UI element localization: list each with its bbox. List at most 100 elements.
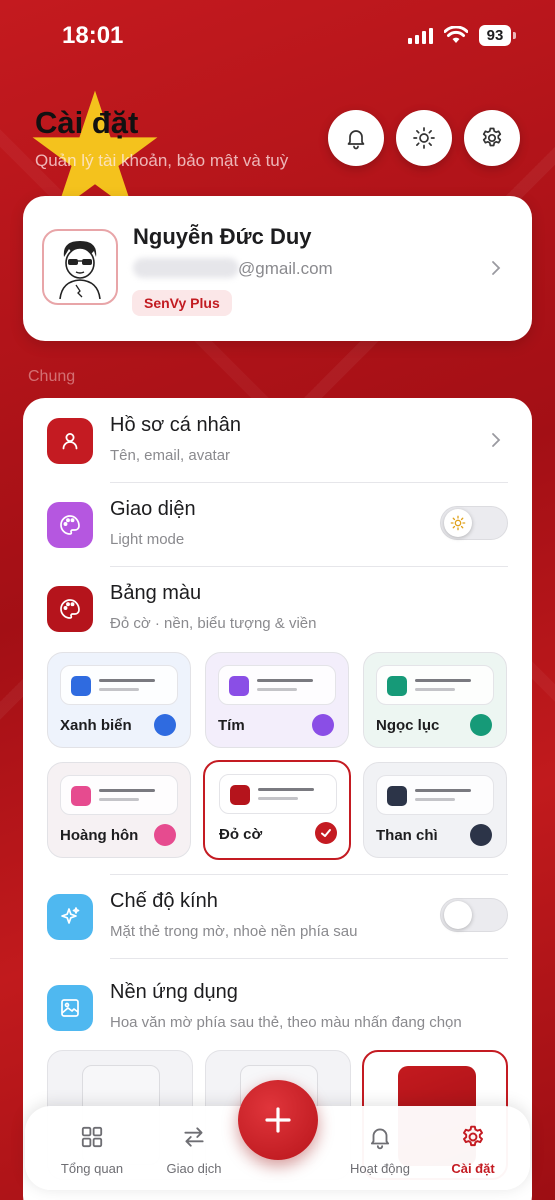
row-subtitle: Light mode <box>110 531 185 548</box>
status-time: 18:01 <box>62 22 124 49</box>
row-title: Nền ứng dụng <box>110 981 238 1003</box>
row-glass-mode[interactable]: Chế độ kính Mặt thẻ trong mờ, nhoè nền p… <box>23 874 532 956</box>
swatch-dot <box>470 714 492 736</box>
swatch-name: Ngọc lục <box>376 717 440 734</box>
gear-icon <box>463 1125 483 1147</box>
palette-swatch-flag-red[interactable]: Đỏ cờ <box>203 760 351 860</box>
check-icon <box>315 822 337 844</box>
swatch-line <box>99 789 155 792</box>
tab-activity[interactable]: Hoạt động <box>335 1124 425 1184</box>
swatch-chip <box>230 785 250 805</box>
swatch-preview <box>376 775 494 815</box>
row-subtitle: Hoa văn mờ phía sau thẻ, theo màu nhấn đ… <box>110 1014 462 1031</box>
swatch-line <box>415 798 455 801</box>
tab-transactions[interactable]: Giao dịch <box>149 1124 239 1184</box>
tab-label: Cài đặt <box>451 1161 495 1176</box>
settings-button[interactable] <box>464 110 520 166</box>
wifi-icon <box>444 26 468 43</box>
row-icon-bg <box>47 418 93 464</box>
toggle-knob <box>444 509 472 537</box>
row-color-palette: Bảng màu Đỏ cờ · nền, biểu tượng & viền <box>23 566 532 648</box>
swatch-line <box>415 679 471 682</box>
tab-label: Giao dịch <box>166 1161 222 1176</box>
row-personal-profile[interactable]: Hồ sơ cá nhân Tên, email, avatar <box>23 398 532 480</box>
row-title: Bảng màu <box>110 582 202 604</box>
row-app-background: Nền ứng dụng Hoa văn mờ phía sau thẻ, th… <box>23 965 532 1047</box>
tab-label: Tổng quan <box>60 1161 124 1176</box>
swatch-chip <box>71 676 91 696</box>
swatch-dot <box>470 824 492 846</box>
status-bar: 18:01 93 <box>0 0 555 70</box>
palette-swatch-graphite[interactable]: Than chì <box>363 762 507 858</box>
swatch-line <box>415 789 471 792</box>
palette-swatch-purple[interactable]: Tím <box>205 652 349 748</box>
swatch-name: Than chì <box>376 827 438 844</box>
chevron-right-icon <box>492 433 501 447</box>
swatch-preview <box>218 665 336 705</box>
page-title: Cài đặt <box>35 105 139 140</box>
add-transaction-button[interactable] <box>238 1080 318 1160</box>
notifications-button[interactable] <box>328 110 384 166</box>
swatch-preview <box>219 774 337 814</box>
bell-icon <box>347 130 365 150</box>
tab-overview[interactable]: Tổng quan <box>47 1124 137 1184</box>
sun-icon <box>413 127 435 149</box>
row-title: Hồ sơ cá nhân <box>110 414 241 436</box>
swatch-line <box>257 688 297 691</box>
chevron-right-icon <box>492 261 501 275</box>
swatch-chip <box>387 676 407 696</box>
swatch-name: Xanh biển <box>60 717 132 734</box>
palette-swatch-sunset[interactable]: Hoàng hôn <box>47 762 191 858</box>
row-title: Chế độ kính <box>110 890 218 912</box>
avatar-illustration <box>59 241 101 299</box>
image-icon <box>61 999 79 1017</box>
battery-indicator: 93 <box>479 25 516 46</box>
palette-swatch-emerald[interactable]: Ngọc lục <box>363 652 507 748</box>
plan-badge: SenVy Plus <box>132 290 232 316</box>
swatch-line <box>258 797 298 800</box>
swatch-dot <box>154 824 176 846</box>
page-header: Cài đặt Quản lý tài khoản, bảo mật và tu… <box>0 95 555 185</box>
profile-card[interactable]: Nguyễn Đức Duy @gmail.com SenVy Plus <box>23 196 532 341</box>
row-icon-bg <box>47 985 93 1031</box>
swatch-name: Đỏ cờ <box>219 826 263 843</box>
theme-toggle[interactable] <box>440 506 508 540</box>
swap-icon <box>184 1127 204 1147</box>
row-icon-bg <box>47 586 93 632</box>
row-subtitle: Tên, email, avatar <box>110 447 231 464</box>
tab-settings[interactable]: Cài đặt <box>428 1124 518 1184</box>
divider <box>110 958 508 959</box>
avatar <box>42 229 118 305</box>
toggle-knob <box>444 901 472 929</box>
swatch-preview <box>60 775 178 815</box>
swatch-line <box>258 788 314 791</box>
swatch-dot <box>312 714 334 736</box>
sparkle-icon <box>61 907 80 924</box>
row-appearance[interactable]: Giao diện Light mode <box>23 482 532 564</box>
swatch-chip <box>71 786 91 806</box>
swatch-preview <box>60 665 178 705</box>
swatch-name: Tím <box>218 717 245 734</box>
row-subtitle: Đỏ cờ · nền, biểu tượng & viền <box>110 615 317 632</box>
sun-icon <box>450 515 466 531</box>
page-subtitle: Quản lý tài khoản, bảo mật và tuỳ <box>35 151 289 170</box>
user-icon <box>62 433 78 450</box>
plus-icon <box>265 1107 291 1133</box>
swatch-dot <box>154 714 176 736</box>
swatch-chip <box>229 676 249 696</box>
palette-icon <box>60 599 80 619</box>
swatch-chip <box>387 786 407 806</box>
email-redacted <box>133 258 239 278</box>
profile-email: @gmail.com <box>238 259 333 278</box>
profile-name: Nguyễn Đức Duy <box>133 224 312 249</box>
palette-swatch-blue[interactable]: Xanh biển <box>47 652 191 748</box>
section-label: Chung <box>28 368 76 385</box>
glass-mode-toggle[interactable] <box>440 898 508 932</box>
tab-label: Hoạt động <box>350 1161 410 1176</box>
swatch-line <box>257 679 313 682</box>
palette-icon <box>60 515 80 535</box>
bell-icon <box>370 1128 390 1150</box>
gear-icon <box>482 127 502 147</box>
signal-icon <box>408 28 433 44</box>
theme-button[interactable] <box>396 110 452 166</box>
